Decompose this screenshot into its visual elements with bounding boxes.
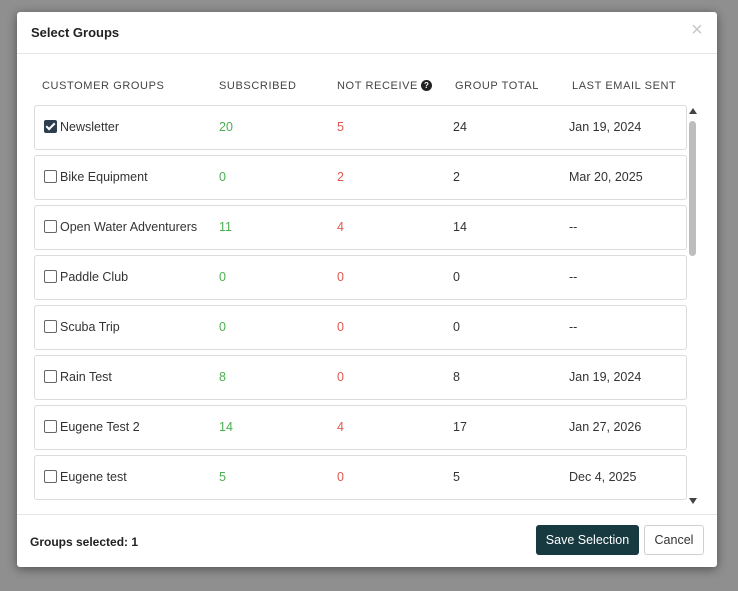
group-total: 17 [453, 420, 467, 434]
group-row[interactable]: Bike Equipment 0 2 2 Mar 20, 2025 [34, 155, 687, 200]
last-email-sent: -- [569, 320, 578, 334]
column-header-not-receive: NOT RECEIVE? [337, 79, 432, 92]
subscribed-count: 5 [219, 470, 226, 484]
group-total: 5 [453, 470, 460, 484]
save-selection-button[interactable]: Save Selection [536, 525, 639, 555]
group-name: Newsletter [60, 120, 120, 134]
not-receive-count: 5 [337, 120, 344, 134]
group-name: Scuba Trip [60, 320, 120, 334]
subscribed-count: 20 [219, 120, 233, 134]
group-total: 0 [453, 270, 460, 284]
last-email-sent: Mar 20, 2025 [569, 170, 643, 184]
subscribed-count: 14 [219, 420, 233, 434]
dialog-footer: Groups selected: 1 Save Selection Cancel [17, 514, 717, 567]
group-name: Paddle Club [60, 270, 129, 284]
group-row[interactable]: Eugene Test 2 14 4 17 Jan 27, 2026 [34, 405, 687, 450]
scroll-up-arrow-icon[interactable] [689, 108, 697, 114]
group-checkbox[interactable] [44, 270, 57, 283]
group-checkbox[interactable] [44, 170, 57, 183]
group-name: Eugene Test 2 [60, 420, 140, 434]
group-checkbox[interactable] [44, 320, 57, 333]
group-name: Open Water Adventurers [60, 220, 198, 234]
subscribed-count: 0 [219, 270, 226, 284]
dialog-title: Select Groups [31, 25, 120, 40]
last-email-sent: Jan 19, 2024 [569, 370, 642, 384]
group-row[interactable]: Eugene test 5 0 5 Dec 4, 2025 [34, 455, 687, 500]
group-name: Eugene test [60, 470, 127, 484]
close-icon[interactable]: × [689, 20, 705, 40]
last-email-sent: Jan 27, 2026 [569, 420, 642, 434]
groups-selected-count: Groups selected: 1 [30, 535, 139, 549]
not-receive-count: 0 [337, 320, 344, 334]
group-checkbox[interactable] [44, 370, 57, 383]
group-name: Rain Test [60, 370, 112, 384]
cancel-button[interactable]: Cancel [644, 525, 704, 555]
group-total: 2 [453, 170, 460, 184]
last-email-sent: Jan 19, 2024 [569, 120, 642, 134]
select-groups-dialog: Select Groups × CUSTOMER GROUPS SUBSCRIB… [17, 12, 717, 567]
column-header-group-total: GROUP TOTAL [455, 80, 540, 92]
groups-list-scrollbar[interactable] [688, 108, 698, 504]
column-header-subscribed: SUBSCRIBED [219, 80, 297, 92]
group-row[interactable]: Open Water Adventurers 11 4 14 -- [34, 205, 687, 250]
not-receive-count: 0 [337, 370, 344, 384]
scroll-down-arrow-icon[interactable] [689, 498, 697, 504]
group-total: 14 [453, 220, 467, 234]
group-total: 0 [453, 320, 460, 334]
not-receive-count: 2 [337, 170, 344, 184]
dialog-header: Select Groups × [17, 12, 717, 54]
group-checkbox[interactable] [44, 420, 57, 433]
last-email-sent: -- [569, 270, 578, 284]
help-icon[interactable]: ? [420, 79, 432, 91]
column-header-customer-groups: CUSTOMER GROUPS [42, 80, 165, 92]
column-header-not-receive-label: NOT RECEIVE [337, 80, 418, 92]
groups-list: Newsletter 20 5 24 Jan 19, 2024 Bike Equipmen… [32, 104, 688, 504]
last-email-sent: -- [569, 220, 578, 234]
not-receive-count: 4 [337, 420, 344, 434]
group-total: 8 [453, 370, 460, 384]
subscribed-count: 8 [219, 370, 226, 384]
group-row[interactable]: Paddle Club 0 0 0 -- [34, 255, 687, 300]
column-header-last-email-sent: LAST EMAIL SENT [572, 80, 677, 92]
group-row[interactable]: Rain Test 8 0 8 Jan 19, 2024 [34, 355, 687, 400]
subscribed-count: 0 [219, 320, 226, 334]
group-checkbox[interactable] [44, 470, 57, 483]
group-row[interactable]: Newsletter 20 5 24 Jan 19, 2024 [34, 105, 687, 150]
not-receive-count: 4 [337, 220, 344, 234]
subscribed-count: 0 [219, 170, 226, 184]
last-email-sent: Dec 4, 2025 [569, 470, 637, 484]
scrollbar-thumb[interactable] [689, 121, 696, 256]
group-checkbox[interactable] [44, 220, 57, 233]
not-receive-count: 0 [337, 470, 344, 484]
group-name: Bike Equipment [60, 170, 148, 184]
not-receive-count: 0 [337, 270, 344, 284]
group-checkbox[interactable] [44, 120, 57, 133]
group-total: 24 [453, 120, 467, 134]
group-row[interactable]: Scuba Trip 0 0 0 -- [34, 305, 687, 350]
subscribed-count: 11 [219, 220, 232, 234]
